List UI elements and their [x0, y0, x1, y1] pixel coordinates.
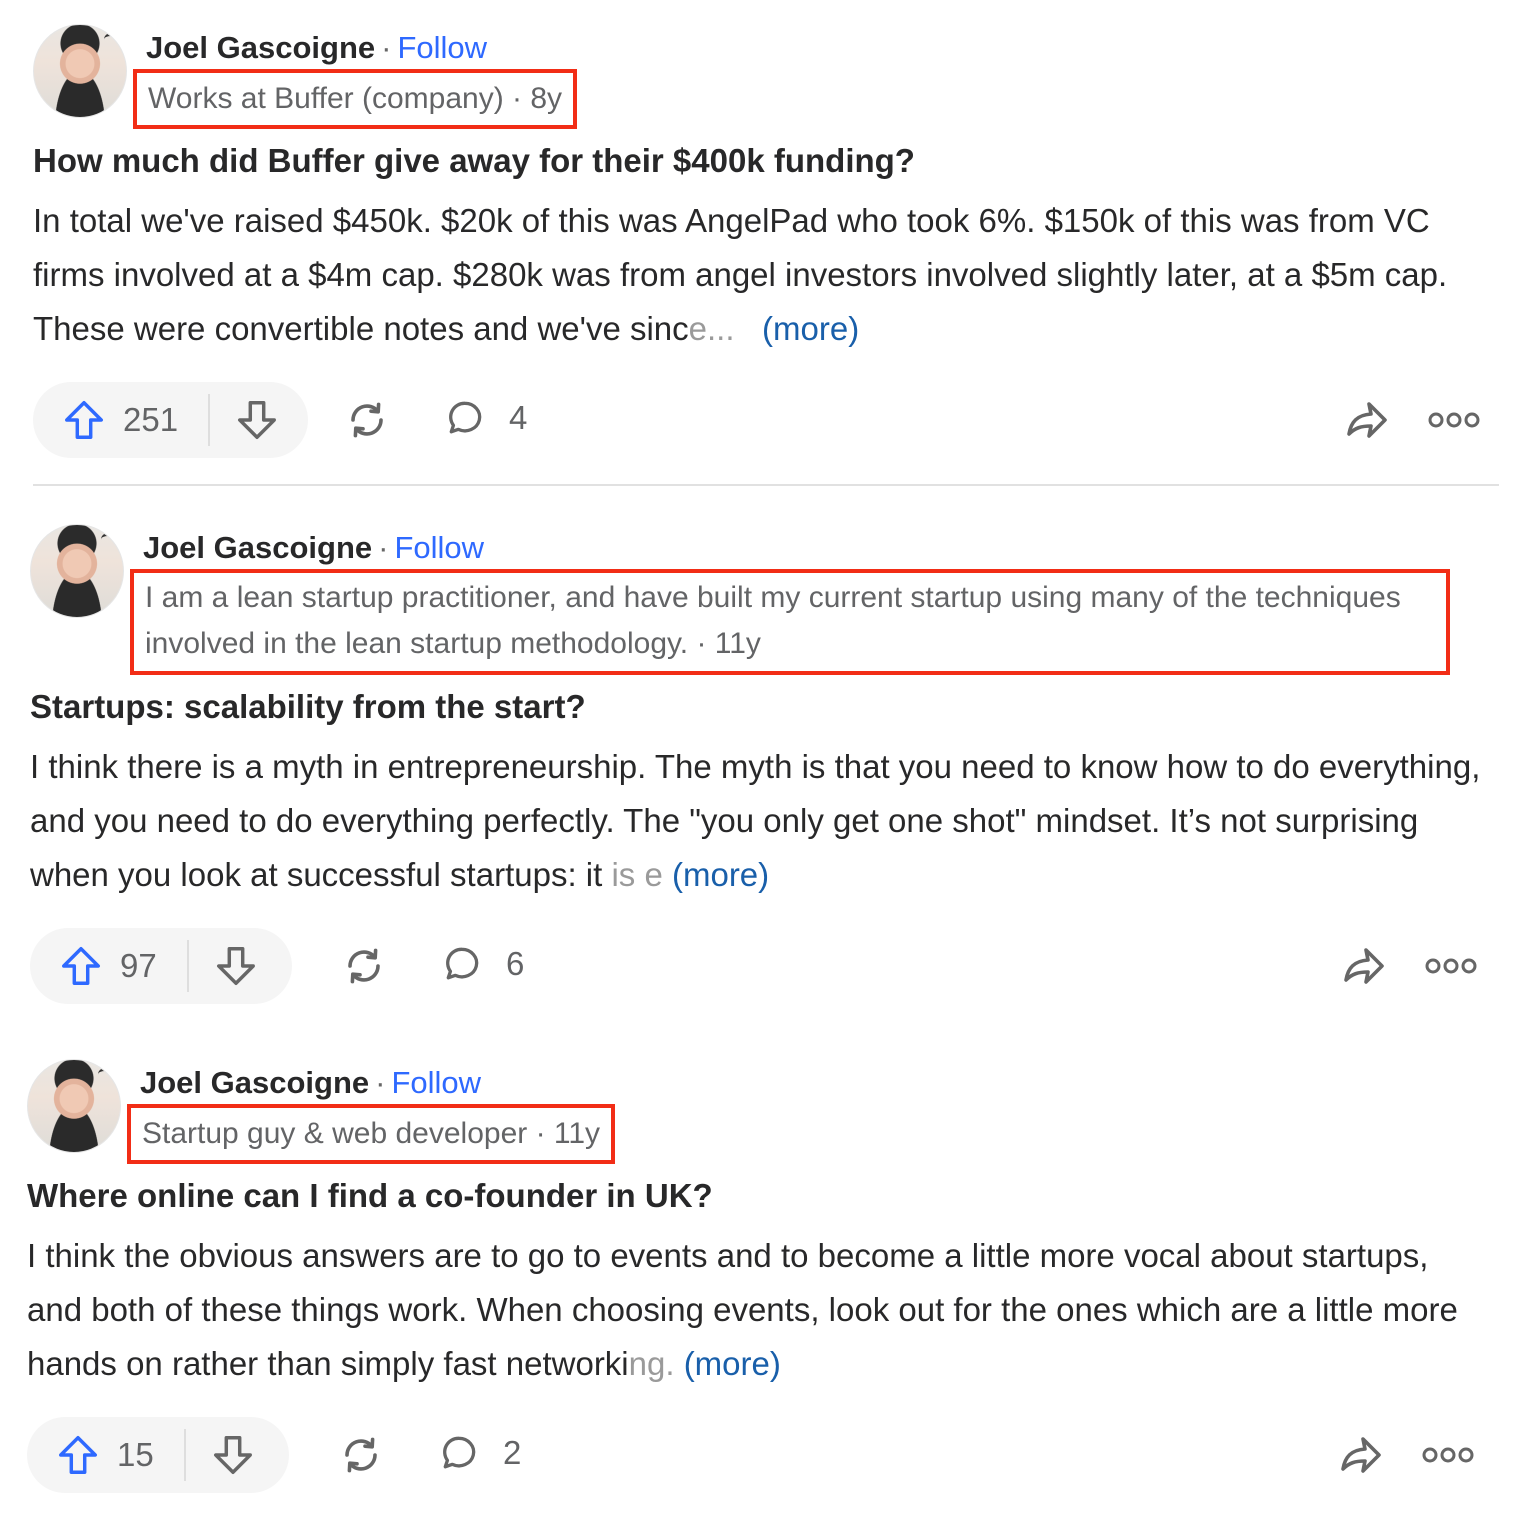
answer-preview[interactable]: In total we've raised $450k. $20k of thi… [33, 194, 1498, 356]
answer-preview[interactable]: I think the obvious answers are to go to… [27, 1229, 1492, 1391]
upvote-icon [65, 401, 103, 439]
upvote-icon [59, 1436, 97, 1474]
author-credential: Startup guy & web developer · 11y [142, 1117, 601, 1150]
comment-icon [446, 947, 479, 980]
separator-dot: · [375, 1065, 386, 1100]
answer-header: Joel Gascoigne · Follow Works at Buffer (c… [33, 20, 1503, 130]
reshare-icon[interactable] [343, 396, 391, 444]
follow-button[interactable]: Follow [397, 30, 487, 65]
more-options-icon[interactable] [1427, 408, 1481, 432]
comment-icon [449, 401, 482, 434]
vote-pill: 251 [33, 382, 308, 458]
reshare-icon[interactable] [337, 1431, 385, 1479]
upvote-icon [62, 947, 100, 985]
upvote-button[interactable]: 15 [27, 1417, 154, 1493]
follow-button[interactable]: Follow [394, 530, 484, 565]
downvote-icon [216, 947, 255, 985]
separator-dot: · [378, 530, 389, 565]
question-title[interactable]: How much did Buffer give away for their … [33, 138, 1503, 184]
answer-text-fade: is e [611, 856, 663, 893]
answer-card: Joel Gascoigne · Follow I am a lean startu… [30, 520, 1500, 1004]
author-avatar[interactable] [33, 24, 127, 118]
downvote-button[interactable] [210, 382, 280, 458]
more-link[interactable]: (more) [684, 1345, 781, 1382]
upvote-button[interactable]: 97 [30, 928, 157, 1004]
downvote-icon [213, 1436, 252, 1474]
author-credential: I am a lean startup practitioner, and ha… [145, 581, 1401, 660]
upvote-count: 97 [120, 947, 157, 984]
author-row: Joel Gascoigne · Follow [146, 28, 487, 68]
answer-header: Joel Gascoigne · Follow Startup guy & web … [27, 1055, 1497, 1165]
comment-count: 4 [509, 399, 528, 436]
author-credential: Works at Buffer (company) · 8y [148, 82, 563, 115]
follow-button[interactable]: Follow [391, 1065, 481, 1100]
answer-text: In total we've raised $450k. $20k of thi… [33, 202, 1448, 347]
author-credential-highlight: Works at Buffer (company) · 8y [133, 69, 578, 129]
answer-preview[interactable]: I think there is a myth in entrepreneurs… [30, 740, 1495, 902]
post-divider [33, 484, 1499, 486]
comment-button[interactable]: 2 [437, 1431, 521, 1475]
author-avatar[interactable] [30, 524, 124, 618]
author-credential-highlight: Startup guy & web developer · 11y [127, 1104, 616, 1164]
share-icon[interactable] [1343, 396, 1391, 444]
answer-text-fade: e... [688, 310, 735, 347]
comment-count: 6 [506, 945, 525, 982]
author-name[interactable]: Joel Gascoigne [146, 30, 375, 65]
more-options-icon[interactable] [1424, 954, 1478, 978]
comment-button[interactable]: 4 [443, 396, 527, 440]
author-name[interactable]: Joel Gascoigne [140, 1065, 369, 1100]
more-link[interactable]: (more) [762, 310, 859, 347]
question-title[interactable]: Where online can I find a co-founder in … [27, 1173, 1497, 1219]
comment-count: 2 [503, 1434, 522, 1471]
share-icon[interactable] [1340, 942, 1388, 990]
action-bar: 15 2 [27, 1417, 1497, 1493]
action-bar: 97 6 [30, 928, 1500, 1004]
author-avatar[interactable] [27, 1059, 121, 1153]
answer-card: Joel Gascoigne · Follow Works at Buffer (c… [33, 20, 1503, 458]
author-name[interactable]: Joel Gascoigne [143, 530, 372, 565]
question-title[interactable]: Startups: scalability from the start? [30, 684, 1500, 730]
downvote-button[interactable] [186, 1417, 256, 1493]
vote-pill: 15 [27, 1417, 289, 1493]
author-row: Joel Gascoigne · Follow [140, 1063, 481, 1103]
comment-icon [443, 1436, 476, 1469]
share-icon[interactable] [1337, 1431, 1385, 1479]
upvote-button[interactable]: 251 [33, 382, 178, 458]
more-link[interactable]: (more) [672, 856, 769, 893]
vote-pill: 97 [30, 928, 292, 1004]
separator-dot: · [381, 30, 392, 65]
upvote-count: 15 [117, 1436, 154, 1473]
comment-button[interactable]: 6 [440, 942, 524, 986]
author-credential-highlight: I am a lean startup practitioner, and ha… [130, 569, 1450, 675]
answer-card: Joel Gascoigne · Follow Startup guy & web … [27, 1055, 1497, 1493]
downvote-button[interactable] [189, 928, 259, 1004]
answer-text-fade: ng. [628, 1345, 675, 1382]
upvote-count: 251 [123, 401, 179, 438]
downvote-icon [238, 401, 277, 439]
answer-header: Joel Gascoigne · Follow I am a lean startu… [30, 520, 1500, 680]
action-bar: 251 4 [33, 382, 1503, 458]
author-row: Joel Gascoigne · Follow [143, 528, 484, 568]
reshare-icon[interactable] [340, 942, 388, 990]
more-options-icon[interactable] [1421, 1443, 1475, 1467]
